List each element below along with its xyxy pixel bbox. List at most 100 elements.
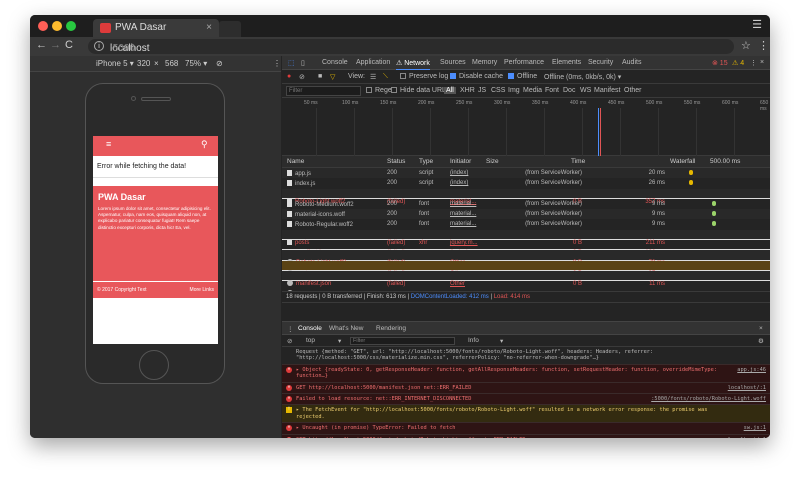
search-icon[interactable]: ⚲ [201,139,208,150]
zoom-select[interactable]: 75% ▾ [185,56,207,72]
network-overview-timeline[interactable]: 50 ms 100 ms 150 ms 200 ms 250 ms 300 ms 350 m… [282,98,770,156]
tab-performance[interactable]: Performance [504,59,544,66]
minimize-window-button[interactable] [52,21,62,31]
maximize-window-button[interactable] [66,21,76,31]
close-window-button[interactable] [38,21,48,31]
filter-media[interactable]: Media [523,87,542,94]
drawer-close-icon[interactable]: × [759,325,763,332]
filter-manifest[interactable]: Manifest [594,87,620,94]
console-source-link[interactable]: sw.js:1 [744,425,766,431]
request-initiator[interactable]: material... [450,201,476,207]
drawer-tab-console[interactable]: Console [298,325,322,332]
col-status[interactable]: Status [387,158,405,165]
console-message[interactable]: × ▸ Object {readyState: 0, getResponseHea… [282,364,770,383]
request-row[interactable]: posts(failed)Other0 B37 ms [282,260,770,277]
request-initiator[interactable]: (index) [450,283,468,291]
col-type[interactable]: Type [419,158,433,165]
request-row[interactable]: index.js 200 script (index) (from ServiceWor… [282,178,770,188]
request-initiator[interactable]: (index) [450,170,468,176]
device-toggle-icon[interactable]: ▯ [301,59,305,67]
tab-memory[interactable]: Memory [472,59,497,66]
network-filter-input[interactable]: Filter [286,86,361,96]
request-row[interactable]: Roboto-Medium.woff2 200 font material... (fr… [282,199,770,209]
console-message[interactable]: × GET http://localhost:5000/fonts/roboto/… [282,434,770,438]
warning-count[interactable]: ⚠ 4 [732,59,744,67]
filter-other[interactable]: Other [624,87,642,94]
drawer-tab-whats-new[interactable]: What's New [329,325,363,332]
request-row[interactable]: Roboto-Light.woff (failed) (index) 0 B 74 ms [282,281,770,291]
request-initiator[interactable]: material... [450,221,476,227]
inspect-icon[interactable]: ⬚ [288,59,295,67]
filter-js[interactable]: JS [478,87,486,94]
request-row[interactable]: manifest.json(failed)(index)0 B126 ms [282,240,770,256]
console-message[interactable]: × GET http://localhost:5000/manifest.json… [282,382,770,395]
filter-css[interactable]: CSS [491,87,505,94]
context-select[interactable]: top [306,337,315,344]
info-icon[interactable]: i [94,41,104,51]
request-row[interactable]: Roboto-Light.woff2(failed)Other0 B70 ms [282,250,770,266]
filter-ws[interactable]: WS [580,87,591,94]
browser-tab[interactable]: PWA Dasar × [93,19,219,37]
footer-more-links[interactable]: More Links [190,282,214,298]
hide-data-urls-checkbox[interactable]: Hide data URLs [391,87,449,94]
filter-all[interactable]: All [444,87,456,94]
log-level-select[interactable]: Info [468,337,479,344]
record-icon[interactable]: ● [287,73,291,80]
request-row[interactable]: app.js 200 script (index) (from ServiceWorke… [282,168,770,179]
filter-icon[interactable]: ▽ [330,73,335,81]
col-waterfall[interactable]: Waterfall [670,158,695,165]
filter-img[interactable]: Img [508,87,520,94]
error-count[interactable]: ⊗ 15 [712,59,728,67]
request-row[interactable]: Roboto-Regular.woff2 200 font material... (f… [282,219,770,229]
devtools-close-icon[interactable]: × [760,59,764,66]
offline-checkbox[interactable]: Offline [508,73,537,80]
forward-icon[interactable]: → [50,39,61,51]
device-select[interactable]: iPhone 5 ▾ [96,56,134,72]
console-message[interactable]: ! ▸ The FetchEvent for "http://localhost:… [282,405,770,424]
tab-application[interactable]: Application [356,59,390,66]
address-bar[interactable]: i localhost:5000 [88,39,734,54]
bookmark-star-icon[interactable]: ☆ [741,39,751,52]
list-view-icon[interactable]: ☰ [370,73,376,81]
waterfall-view-icon[interactable]: ⟍ [383,73,388,81]
console-message[interactable]: Request {method: "GET", url: "http://loc… [282,347,770,365]
tab-elements[interactable]: Elements [552,59,581,66]
request-initiator[interactable]: (index) [450,180,468,186]
request-row[interactable]: Roboto-Light.woff2 (failed) material... 0 B… [282,188,770,205]
console-source-link[interactable]: :5000/fonts/roboto/Roboto-Light.woff [651,396,766,402]
drawer-menu-icon[interactable]: ⋮ [287,325,294,333]
devtools-menu-icon[interactable]: ⋮ [750,59,757,67]
console-clear-icon[interactable]: ⊘ [287,337,292,345]
tab-audits[interactable]: Audits [622,59,641,66]
tab-network[interactable]: ⚠ Network [396,59,430,70]
rotate-icon[interactable]: ⊘ [216,56,223,72]
throttle-select[interactable]: Offline (0ms, 0kb/s, 0k) ▾ [544,73,621,81]
back-icon[interactable]: ← [36,39,47,51]
request-initiator[interactable]: material... [450,211,476,217]
filter-doc[interactable]: Doc [563,87,575,94]
col-size[interactable]: Size [486,158,499,165]
disable-cache-checkbox[interactable]: Disable cache [450,73,503,80]
console-message[interactable]: × Failed to load resource: net::ERR_INTER… [282,394,770,406]
col-name[interactable]: Name [287,158,304,165]
hamburger-menu-icon[interactable]: ≡ [106,139,111,149]
new-tab-button[interactable] [219,21,241,37]
console-settings-icon[interactable]: ⚙ [758,337,764,345]
preserve-log-checkbox[interactable]: Preserve log [400,73,448,80]
context-dropdown-icon[interactable]: ▾ [338,337,341,345]
request-row[interactable]: material-icons.woff 200 font material... (fr… [282,209,770,220]
console-filter-input[interactable]: Filter [350,337,455,345]
tab-close-icon[interactable]: × [206,19,212,37]
col-time[interactable]: Time [571,158,585,165]
tab-sources[interactable]: Sources [440,59,466,66]
drawer-tab-rendering[interactable]: Rendering [376,325,406,332]
console-source-link[interactable]: localhost/:1 [728,437,766,438]
col-initiator[interactable]: Initiator [450,158,471,165]
device-width[interactable]: 320 [137,56,150,72]
tab-console[interactable]: Console [322,59,348,66]
console-source-link[interactable]: app.js:46 [737,367,766,373]
filter-font[interactable]: Font [545,87,559,94]
log-level-dropdown-icon[interactable]: ▾ [500,337,503,345]
device-menu-icon[interactable]: ⋮ [273,56,281,72]
console-source-link[interactable]: localhost/:1 [728,385,766,391]
